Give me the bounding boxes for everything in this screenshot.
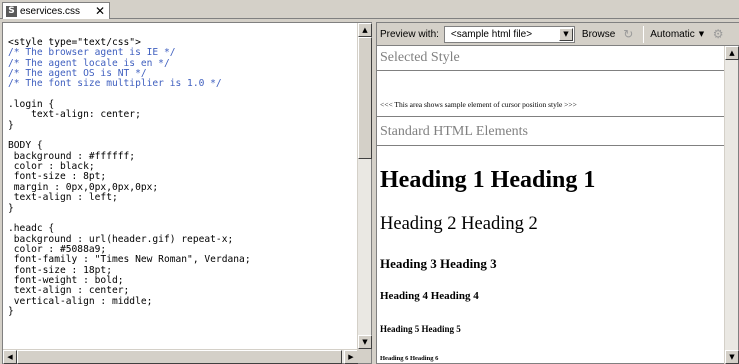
browse-button[interactable]: Browse [582, 29, 615, 40]
code-line[interactable] [8, 214, 358, 224]
tab-label: eservices.css [20, 5, 81, 17]
toolbar-separator [643, 25, 645, 43]
chevron-down-icon[interactable]: ▼ [558, 27, 573, 41]
editor-vertical-scroll-thumb[interactable] [358, 37, 372, 159]
heading-6-sample: Heading 6 Heading 6 [380, 355, 439, 362]
automatic-refresh-button[interactable]: Automatic [650, 29, 694, 40]
scroll-down-arrow-icon[interactable]: ▼ [358, 335, 372, 349]
scroll-left-arrow-icon[interactable]: ◀ [3, 350, 17, 364]
editor-tab-bar: S eservices.css ✕ [0, 0, 739, 19]
divider [377, 116, 726, 117]
sample-note: <<< This area shows sample element of cu… [380, 100, 577, 109]
code-line[interactable]: } [8, 203, 358, 214]
heading-2-sample: Heading 2 Heading 2 [380, 214, 538, 234]
code-line[interactable]: font-family : "Times New Roman", Verdana… [8, 254, 358, 265]
preview-toolbar: Preview with: <sample html file> ▼ Brows… [377, 23, 739, 46]
editor-horizontal-scrollbar[interactable]: ◀ ▶ [3, 349, 358, 364]
scroll-right-arrow-icon[interactable]: ▶ [344, 350, 358, 364]
preview-vertical-scrollbar[interactable]: ▲ ▼ [724, 46, 739, 364]
refresh-icon[interactable]: ↻ [619, 26, 637, 42]
scroll-up-arrow-icon[interactable]: ▲ [358, 23, 372, 37]
tab-eservices-css[interactable]: S eservices.css ✕ [2, 2, 110, 19]
globe-icon[interactable]: ⚙ [709, 26, 727, 42]
code-line[interactable]: } [8, 306, 358, 317]
code-line[interactable]: .headc { [8, 223, 358, 234]
preview-file-select-value: <sample html file> [450, 28, 533, 40]
automatic-dropdown-icon[interactable]: ▼ [699, 30, 704, 38]
code-line[interactable]: text-align: center; [8, 110, 358, 121]
divider [377, 70, 726, 71]
css-source-editor[interactable]: <style type="text/css">/* The browser ag… [2, 22, 372, 364]
editor-horizontal-scroll-thumb[interactable] [17, 350, 342, 364]
close-icon[interactable]: ✕ [95, 5, 105, 17]
css-file-icon: S [6, 5, 17, 17]
code-line[interactable]: /* The font size multiplier is 1.0 */ [8, 79, 358, 90]
scroll-down-arrow-icon[interactable]: ▼ [725, 350, 739, 364]
scroll-corner [357, 349, 371, 363]
divider [377, 145, 726, 146]
editor-vertical-scrollbar[interactable]: ▲ ▼ [357, 23, 372, 349]
preview-content: Selected Style <<< This area shows sampl… [377, 46, 726, 364]
scroll-up-arrow-icon[interactable]: ▲ [725, 46, 739, 60]
heading-4-sample: Heading 4 Heading 4 [380, 290, 479, 302]
selected-style-title: Selected Style [380, 50, 460, 65]
code-line[interactable]: text-align : left; [8, 192, 358, 203]
code-line[interactable]: } [8, 120, 358, 131]
style-preview-pane: Preview with: <sample html file> ▼ Brows… [376, 22, 739, 364]
heading-1-sample: Heading 1 Heading 1 [380, 167, 596, 193]
code-area[interactable]: <style type="text/css">/* The browser ag… [3, 23, 358, 349]
standard-elements-title: Standard HTML Elements [380, 124, 529, 139]
preview-with-label: Preview with: [380, 28, 439, 40]
preview-file-select[interactable]: <sample html file> ▼ [443, 25, 575, 43]
code-line[interactable]: vertical-align : middle; [8, 296, 358, 307]
code-line[interactable] [8, 90, 358, 100]
code-line[interactable] [8, 131, 358, 141]
heading-5-sample: Heading 5 Heading 5 [380, 324, 461, 334]
heading-3-sample: Heading 3 Heading 3 [380, 256, 497, 271]
